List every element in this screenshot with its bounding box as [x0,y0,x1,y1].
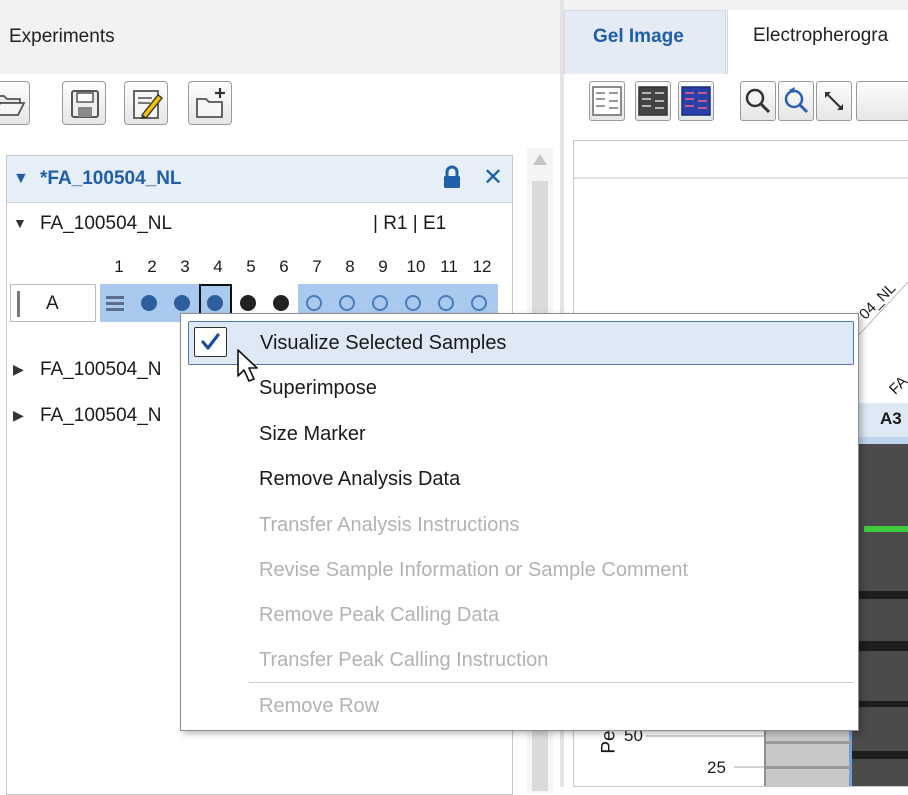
menu-item-label: Remove Peak Calling Data [259,604,500,626]
checkbox[interactable] [194,327,227,357]
tree-item-label: FA_100504_NL [40,213,173,234]
gel-light-icon [592,86,622,116]
column-number: 4 [213,257,223,276]
magnifier-icon [745,88,771,114]
well-sample[interactable] [133,284,166,322]
scroll-up-arrow-icon[interactable] [533,154,547,165]
lane-id: A3 [880,409,902,428]
mouse-cursor-icon [237,349,258,382]
collapse-triangle-icon[interactable]: ▼ [13,170,29,188]
experiments-panel-header: Experiments [0,0,560,75]
tab-label: Gel Image [593,26,684,47]
fit-view-button[interactable] [816,81,852,121]
collapse-triangle-icon[interactable]: ▼ [13,215,27,231]
menu-item-remove-analysis-data[interactable]: Remove Analysis Data [181,457,858,501]
experiment-title: *FA_100504_NL [40,168,182,189]
new-folder-plus-icon [196,88,225,118]
column-number: 5 [246,257,256,276]
gel-dark-icon [638,86,668,116]
context-menu: Visualize Selected Samples Superimpose S… [180,313,859,731]
menu-item-remove-row: Remove Row [181,684,858,728]
reset-zoom-button[interactable] [778,81,814,121]
experiments-toolbar [0,74,560,140]
column-number: 10 [406,257,426,276]
gel-view-light-button[interactable] [589,81,625,121]
menu-item-label: Remove Row [259,695,380,717]
expand-triangle-icon[interactable]: ▶ [13,407,24,424]
row-label[interactable]: A [10,284,96,322]
menu-item-label: Transfer Analysis Instructions [259,514,520,536]
undo-zoom-icon [784,87,809,114]
menu-item-visualize-selected-samples[interactable]: Visualize Selected Samples [188,321,854,365]
expand-arrows-icon [825,92,843,110]
y-tick-label: 25 [707,758,726,777]
experiment-title-bar[interactable]: ▼ *FA_100504_NL ✕ [7,156,512,203]
row-label-text: A [46,293,59,314]
gel-view-dark-button[interactable] [635,81,671,121]
menu-item-transfer-peak-calling-instruction: Transfer Peak Calling Instruction [181,638,858,682]
checkmark-icon [201,333,220,350]
edit-button[interactable] [124,81,168,125]
y-axis-label: Pe [598,730,620,754]
experiments-title: Experiments [9,26,115,47]
column-number: 9 [378,257,388,276]
column-numbers: 1 2 3 4 5 6 7 8 9 10 11 12 [7,252,512,282]
gel-view-color-button[interactable] [678,81,714,121]
menu-item-superimpose[interactable]: Superimpose [181,366,858,410]
column-number: 1 [114,257,124,276]
tab-gel-image[interactable]: Gel Image [564,10,726,74]
menu-item-label: Visualize Selected Samples [260,332,507,354]
tab-electropherogram[interactable]: Electropherogra [727,10,908,74]
view-tab-bar: Gel Image Electropherogra [564,0,908,75]
menu-item-label: Superimpose [259,377,377,399]
column-number: 11 [440,257,458,276]
menu-item-label: Transfer Peak Calling Instruction [259,649,549,671]
menu-item-label: Size Marker [259,423,366,445]
menu-item-revise-sample-information: Revise Sample Information or Sample Comm… [181,548,858,592]
zoom-button[interactable] [740,81,776,121]
tree-item-meta: | R1 | E1 [373,213,447,234]
row-drag-handle [17,291,20,317]
close-icon[interactable]: ✕ [483,165,503,191]
menu-item-label: Remove Analysis Data [259,468,461,490]
menu-item-transfer-analysis-instructions: Transfer Analysis Instructions [181,503,858,547]
toolbar-overflow-button[interactable] [856,81,908,121]
gel-toolbar [564,74,908,138]
tree-item-label: FA_100504_N [40,359,162,380]
ladder-icon [106,296,124,311]
new-experiment-button[interactable] [188,81,232,125]
well-ladder[interactable] [100,284,133,322]
edit-document-icon [133,90,163,119]
column-number: 8 [345,257,355,276]
expand-triangle-icon[interactable]: ▶ [13,361,24,378]
open-button[interactable] [0,81,30,125]
tab-label: Electropherogra [753,25,889,46]
gel-color-icon [681,86,711,116]
column-number: 2 [147,257,157,276]
column-number: 12 [472,257,492,276]
floppy-disk-icon [71,90,99,118]
save-button[interactable] [62,81,106,125]
tree-item-label: FA_100504_N [40,405,162,426]
menu-item-remove-peak-calling-data: Remove Peak Calling Data [181,593,858,637]
tree-item-sub[interactable]: ▼ FA_100504_NL | R1 | E1 [7,204,512,246]
column-number: 7 [312,257,322,276]
menu-item-label: Revise Sample Information or Sample Comm… [259,559,689,581]
menu-item-size-marker[interactable]: Size Marker [181,412,858,456]
column-number: 6 [279,257,289,276]
lock-icon[interactable] [442,165,462,189]
folder-open-icon [0,95,26,116]
column-number: 3 [180,257,190,276]
menu-separator [249,682,853,683]
